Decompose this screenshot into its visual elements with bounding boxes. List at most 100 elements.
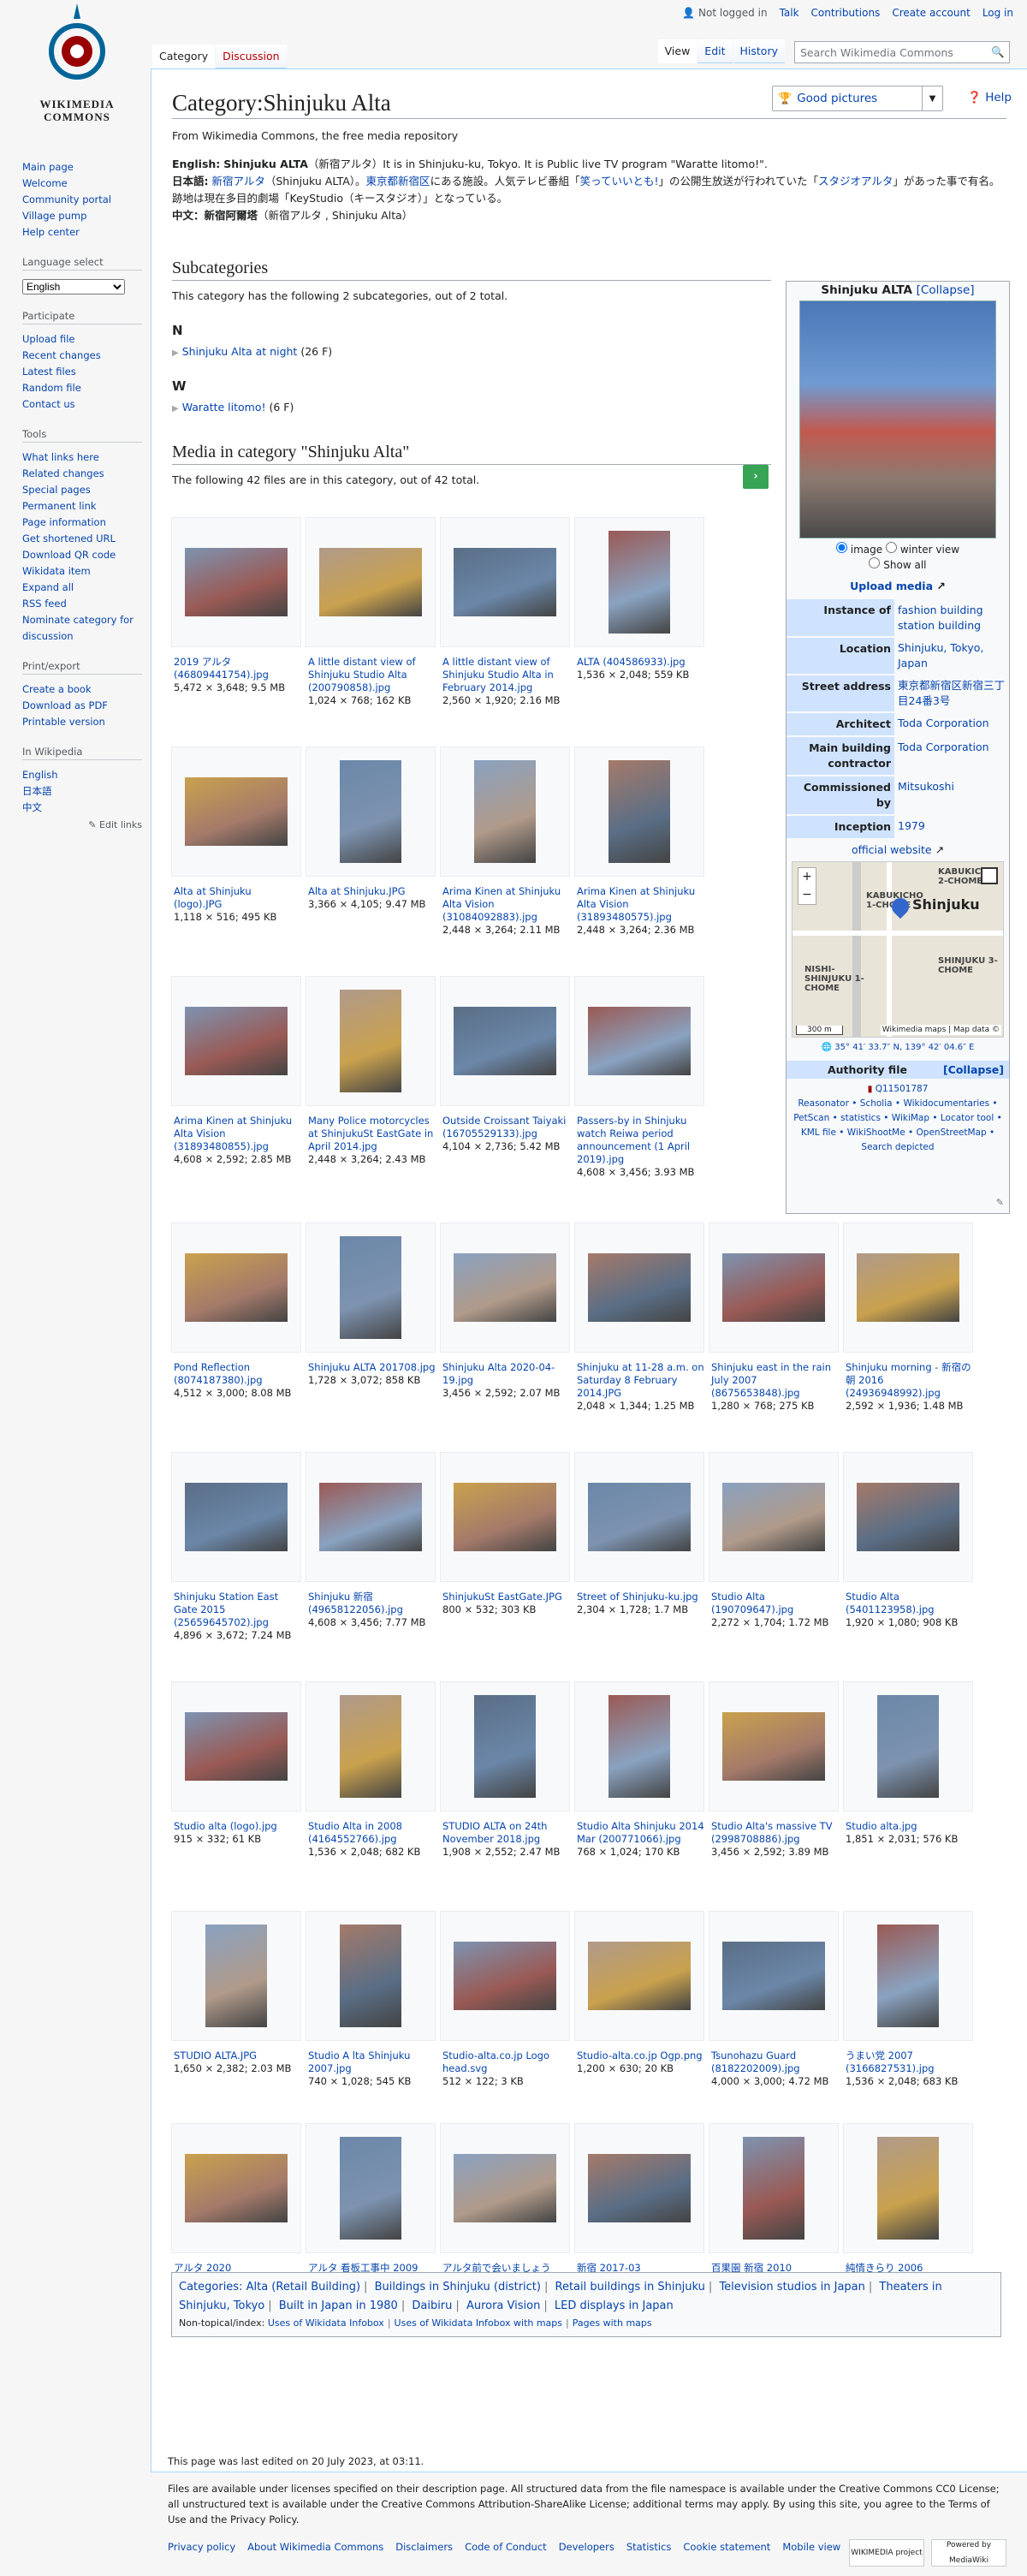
thumbnail-image[interactable]: [185, 2154, 288, 2222]
file-thumbnail[interactable]: [171, 1681, 301, 1812]
sidebar-item-main-0[interactable]: Main page: [22, 159, 142, 176]
gallery-item[interactable]: Shinjuku morning - 新宿の朝 2016 (2493694899…: [843, 1223, 973, 1413]
gallery-item[interactable]: Arima Kinen at Shinjuku Alta Vision (318…: [171, 976, 301, 1179]
gallery-item[interactable]: Studio Alta (190709647).jpg 2,272 × 1,704…: [709, 1452, 839, 1642]
file-thumbnail[interactable]: [574, 1911, 704, 2041]
sidebar-item-participate-0[interactable]: Upload file: [22, 331, 142, 348]
thumbnail-image[interactable]: [454, 1942, 556, 2010]
file-thumbnail[interactable]: [574, 2123, 704, 2253]
desc-ja-link-waratte[interactable]: 笑っていいとも!: [580, 175, 659, 187]
file-thumbnail[interactable]: [843, 2123, 973, 2253]
file-thumbnail[interactable]: [440, 976, 570, 1106]
footer-link[interactable]: Privacy policy: [168, 2539, 235, 2555]
footer-link[interactable]: Mobile view: [782, 2539, 840, 2555]
infobox-value-link[interactable]: fashion building: [898, 604, 983, 616]
file-thumbnail[interactable]: [306, 1452, 436, 1582]
footer-link[interactable]: Disclaimers: [395, 2539, 453, 2555]
file-name-link[interactable]: Shinjuku morning - 新宿の朝 2016 (2493694899…: [846, 1361, 971, 1399]
file-name-link[interactable]: Studio alta.jpg: [846, 1820, 917, 1832]
thumbnail-image[interactable]: [454, 548, 556, 616]
thumbnail-image[interactable]: [340, 2137, 401, 2240]
sidebar-item-tools-0[interactable]: What links here: [22, 449, 142, 466]
gallery-item[interactable]: Shinjuku east in the rain July 2007 (867…: [709, 1223, 839, 1413]
sidebar-item-tools-6[interactable]: Download QR code: [22, 547, 142, 563]
file-thumbnail[interactable]: [440, 1223, 570, 1353]
upload-media-label[interactable]: Upload media: [850, 580, 933, 592]
file-name-link[interactable]: Shinjuku 新宿 (49658122056).jpg: [308, 1591, 403, 1615]
infobox-image[interactable]: [799, 300, 996, 538]
file-thumbnail[interactable]: [306, 1223, 436, 1353]
desc-ja-link-shinjuku[interactable]: 東京都新宿区: [366, 175, 430, 187]
thumbnail-image[interactable]: [454, 1253, 556, 1322]
gallery-item[interactable]: Many Police motorcycles at ShinjukuSt Ea…: [306, 976, 436, 1179]
thumbnail-image[interactable]: [340, 760, 401, 863]
file-thumbnail[interactable]: [440, 1452, 570, 1582]
file-name-link[interactable]: Studio-alta.co.jp Logo head.svg: [442, 2049, 549, 2074]
file-thumbnail[interactable]: [709, 1681, 839, 1812]
file-name-link[interactable]: うまい党 2007 (3166827531).jpg: [846, 2049, 935, 2074]
thumbnail-image[interactable]: [588, 1483, 691, 1551]
gallery-item[interactable]: Passers-by in Shinjuku watch Reiwa perio…: [574, 976, 704, 1179]
file-thumbnail[interactable]: [574, 976, 704, 1106]
radio-show-all[interactable]: Show all: [869, 557, 927, 571]
gallery-item[interactable]: Studio A lta Shinjuku 2007.jpg 740 × 1,02…: [306, 1911, 436, 2088]
file-thumbnail[interactable]: [843, 1452, 973, 1582]
file-thumbnail[interactable]: [306, 1681, 436, 1812]
infobox-value-link[interactable]: station building: [898, 619, 981, 632]
sidebar-item-print-1[interactable]: Download as PDF: [22, 698, 142, 714]
file-name-link[interactable]: Studio-alta.co.jp Ogp.png: [577, 2049, 703, 2061]
file-name-link[interactable]: Alta at Shinjuku (logo).JPG: [174, 885, 252, 910]
gallery-item[interactable]: Tsunohazu Guard (8182202009).jpg 4,000 × …: [709, 1911, 839, 2088]
wikimedia-commons-logo[interactable]: WIKIMEDIA COMMONS: [17, 0, 137, 146]
authority-collapse[interactable]: [Collapse]: [943, 1063, 1004, 1076]
infobox-value-link[interactable]: Shinjuku, Tokyo, Japan: [898, 641, 983, 669]
wikimedia-badge[interactable]: WIKIMEDIA project: [849, 2539, 924, 2567]
file-thumbnail[interactable]: [171, 1223, 301, 1353]
category-link[interactable]: LED displays in Japan: [555, 2299, 674, 2312]
sidebar-item-participate-2[interactable]: Latest files: [22, 364, 142, 380]
good-pictures-button[interactable]: 🏆 Good pictures ▼: [772, 86, 943, 111]
infobox-value-link[interactable]: 1979: [898, 819, 925, 832]
file-name-link[interactable]: STUDIO ALTA.JPG: [174, 2049, 257, 2061]
sidebar-item-tools-2[interactable]: Special pages: [22, 482, 142, 498]
file-name-link[interactable]: Studio Alta (190709647).jpg: [711, 1591, 793, 1615]
file-thumbnail[interactable]: [574, 1223, 704, 1353]
gallery-item[interactable]: Shinjuku at 11-28 a.m. on Saturday 8 Feb…: [574, 1223, 704, 1413]
thumbnail-image[interactable]: [722, 1942, 825, 2010]
sidebar-item-main-4[interactable]: Help center: [22, 224, 142, 241]
file-thumbnail[interactable]: [709, 1452, 839, 1582]
thumbnail-image[interactable]: [319, 1483, 422, 1551]
upload-media-link[interactable]: Upload media ↗: [787, 580, 1009, 592]
gallery-item[interactable]: Shinjuku ALTA 201708.jpg 1,728 × 3,072; 8…: [306, 1223, 436, 1413]
file-thumbnail[interactable]: [171, 2123, 301, 2253]
thumbnail-image[interactable]: [474, 760, 536, 863]
desc-ja-link-studio[interactable]: スタジオアルタ: [818, 175, 893, 187]
file-thumbnail[interactable]: [440, 517, 570, 647]
gallery-item[interactable]: Outside Croissant Taiyaki (16705529133).…: [440, 976, 570, 1179]
non-topical-link[interactable]: Uses of Wikidata Infobox: [268, 2317, 384, 2329]
file-name-link[interactable]: Studio Alta's massive TV (2998708886).jp…: [711, 1820, 833, 1845]
non-topical-link[interactable]: Pages with maps: [573, 2317, 652, 2329]
gallery-item[interactable]: Pond Reflection (8074187380).jpg 4,512 × …: [171, 1223, 301, 1413]
thumbnail-image[interactable]: [474, 1695, 536, 1798]
thumbnail-image[interactable]: [588, 1007, 691, 1075]
file-name-link[interactable]: A little distant view of Shinjuku Studio…: [442, 656, 554, 693]
search-icon[interactable]: 🔍: [987, 45, 1009, 59]
thumbnail-image[interactable]: [608, 1695, 670, 1798]
file-name-link[interactable]: Tsunohazu Guard (8182202009).jpg: [711, 2049, 800, 2074]
footer-link[interactable]: Statistics: [626, 2539, 672, 2555]
file-name-link[interactable]: Pond Reflection (8074187380).jpg: [174, 1361, 263, 1386]
sidebar-item-tools-9[interactable]: RSS feed: [22, 596, 142, 612]
tab-history[interactable]: History: [733, 39, 785, 63]
gallery-item[interactable]: Alta at Shinjuku.JPG 3,366 × 4,105; 9.47 …: [306, 747, 436, 937]
sidebar-item-wikipedia-2[interactable]: 中文: [22, 800, 142, 816]
file-thumbnail[interactable]: [171, 1911, 301, 2041]
category-link[interactable]: Alta (Retail Building): [246, 2281, 360, 2293]
thumbnail-image[interactable]: [340, 1695, 401, 1798]
sidebar-item-tools-10[interactable]: Nominate category for discussion: [22, 612, 142, 645]
official-website[interactable]: official website ↗: [787, 843, 1009, 856]
file-thumbnail[interactable]: [709, 2123, 839, 2253]
gallery-item[interactable]: Studio Alta's massive TV (2998708886).jp…: [709, 1681, 839, 1859]
file-name-link[interactable]: Many Police motorcycles at ShinjukuSt Ea…: [308, 1115, 433, 1152]
zoom-in-icon[interactable]: +: [798, 868, 816, 886]
